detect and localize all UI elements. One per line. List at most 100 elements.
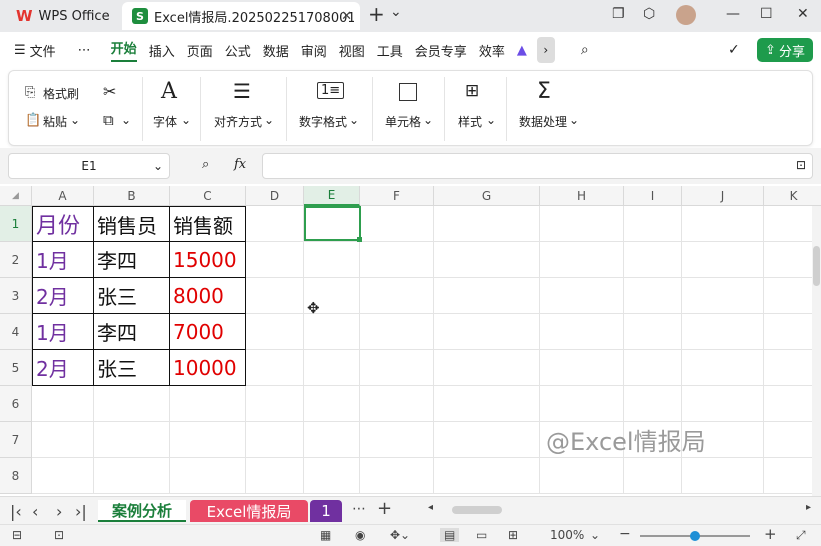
- cell-a8[interactable]: [32, 458, 94, 494]
- cell-g1[interactable]: [434, 206, 540, 242]
- new-tab-button[interactable]: +: [368, 2, 385, 26]
- cell-button[interactable]: 单元格: [385, 113, 421, 130]
- column-header-k[interactable]: K: [764, 186, 821, 206]
- menu-formula[interactable]: 公式: [225, 41, 251, 60]
- row-header-1[interactable]: 1: [0, 206, 32, 242]
- fx-icon[interactable]: fx: [234, 157, 246, 172]
- align-dropdown-icon[interactable]: ⌄: [264, 113, 274, 127]
- style-dropdown-icon[interactable]: ⌄: [486, 113, 496, 127]
- row-header-4[interactable]: 4: [0, 314, 32, 350]
- cell-h5[interactable]: [540, 350, 624, 386]
- fullscreen-icon[interactable]: ⤢: [796, 528, 806, 543]
- horizontal-scroll-thumb[interactable]: [452, 506, 502, 514]
- cell-i2[interactable]: [624, 242, 682, 278]
- formula-input[interactable]: ⊡: [262, 153, 813, 179]
- number-format-button[interactable]: 数字格式: [299, 113, 347, 130]
- cell-f8[interactable]: [360, 458, 434, 494]
- row-header-3[interactable]: 3: [0, 278, 32, 314]
- sheet-tab-case-analysis[interactable]: 案例分析: [98, 500, 186, 522]
- scroll-left-icon[interactable]: ◂: [428, 502, 433, 513]
- cell-h6[interactable]: [540, 386, 624, 422]
- cell-d8[interactable]: [246, 458, 304, 494]
- cell-b6[interactable]: [94, 386, 170, 422]
- data-processing-dropdown-icon[interactable]: ⌄: [569, 113, 579, 127]
- zoom-in-button[interactable]: +: [764, 525, 777, 543]
- last-sheet-icon[interactable]: ›|: [75, 502, 87, 521]
- format-painter-icon[interactable]: ⎘: [25, 85, 35, 100]
- column-header-g[interactable]: G: [434, 186, 540, 206]
- cell-a4[interactable]: 1月: [32, 314, 94, 350]
- cell-d4[interactable]: [246, 314, 304, 350]
- menu-review[interactable]: 审阅: [301, 41, 327, 60]
- data-processing-button[interactable]: 数据处理: [519, 113, 567, 130]
- column-header-e[interactable]: E: [304, 186, 360, 206]
- minimize-window-icon[interactable]: —: [726, 6, 740, 22]
- cell-j3[interactable]: [682, 278, 764, 314]
- cell-c3[interactable]: 8000: [170, 278, 246, 314]
- close-tab-icon[interactable]: ✕: [341, 9, 352, 24]
- hamburger-icon[interactable]: ☰: [14, 43, 26, 58]
- cell-c6[interactable]: [170, 386, 246, 422]
- cell-i3[interactable]: [624, 278, 682, 314]
- zoom-formula-icon[interactable]: ⌕: [202, 157, 209, 172]
- cell-h3[interactable]: [540, 278, 624, 314]
- document-tab[interactable]: S Excel情报局.2025022517080013 ✕: [122, 2, 360, 30]
- cell-d6[interactable]: [246, 386, 304, 422]
- copy-dropdown-icon[interactable]: ⌄: [121, 113, 131, 127]
- cell-e7[interactable]: [304, 422, 360, 458]
- zoom-level[interactable]: 100%: [550, 528, 584, 542]
- number-format-icon[interactable]: 1≡: [317, 82, 345, 99]
- cell-dropdown-icon[interactable]: ⌄: [423, 113, 433, 127]
- selection-fill-handle[interactable]: [357, 237, 362, 242]
- cell-g4[interactable]: [434, 314, 540, 350]
- menu-home[interactable]: 开始: [110, 38, 137, 62]
- paste-button[interactable]: 粘贴: [43, 113, 67, 130]
- search-icon[interactable]: ⌕: [581, 42, 589, 58]
- paste-dropdown-icon[interactable]: ⌄: [70, 113, 80, 127]
- menu-insert[interactable]: 插入: [149, 41, 175, 60]
- name-box-dropdown-icon[interactable]: ⌄: [153, 159, 163, 173]
- sum-icon[interactable]: Σ: [537, 79, 551, 104]
- cell-g8[interactable]: [434, 458, 540, 494]
- menu-member[interactable]: 会员专享: [415, 41, 467, 60]
- align-icon[interactable]: ☰: [233, 79, 251, 103]
- cell-d1[interactable]: [246, 206, 304, 242]
- cell-a2[interactable]: 1月: [32, 242, 94, 278]
- ribbon-scroll-right-icon[interactable]: ›: [536, 37, 555, 63]
- column-header-i[interactable]: I: [624, 186, 682, 206]
- menu-tools[interactable]: 工具: [377, 41, 403, 60]
- copy-icon[interactable]: ⧉: [103, 111, 114, 129]
- cube-icon[interactable]: ⬡: [643, 6, 655, 22]
- cell-g5[interactable]: [434, 350, 540, 386]
- freeze-icon[interactable]: ✥⌄: [390, 528, 410, 542]
- cell-g6[interactable]: [434, 386, 540, 422]
- normal-view-icon[interactable]: ▤: [440, 528, 460, 542]
- column-header-h[interactable]: H: [540, 186, 624, 206]
- cell-j2[interactable]: [682, 242, 764, 278]
- cell-c1[interactable]: 销售额: [170, 206, 246, 242]
- selected-cell-e1[interactable]: [304, 206, 361, 241]
- cell-i8[interactable]: [624, 458, 682, 494]
- align-button[interactable]: 对齐方式: [214, 113, 262, 130]
- format-painter-button[interactable]: 格式刷: [43, 85, 79, 102]
- tab-list-dropdown-icon[interactable]: ⌄: [390, 4, 402, 20]
- sheet-tab-1[interactable]: 1: [310, 500, 342, 522]
- cell-h1[interactable]: [540, 206, 624, 242]
- style-icon[interactable]: ⊞: [465, 81, 479, 101]
- column-header-a[interactable]: A: [32, 186, 94, 206]
- expand-formula-icon[interactable]: ⊡: [796, 158, 806, 172]
- cell-b8[interactable]: [94, 458, 170, 494]
- menu-more[interactable]: ⋯: [78, 43, 91, 58]
- cell-e6[interactable]: [304, 386, 360, 422]
- cell-j1[interactable]: [682, 206, 764, 242]
- cell-d3[interactable]: [246, 278, 304, 314]
- cell-d2[interactable]: [246, 242, 304, 278]
- vertical-scrollbar[interactable]: [812, 206, 821, 496]
- backup-icon[interactable]: ⊟: [12, 528, 22, 542]
- cell-f5[interactable]: [360, 350, 434, 386]
- add-sheet-button[interactable]: +: [377, 498, 392, 519]
- cell-f7[interactable]: [360, 422, 434, 458]
- scroll-right-icon[interactable]: ▸: [806, 502, 811, 513]
- cell-g2[interactable]: [434, 242, 540, 278]
- cell-i5[interactable]: [624, 350, 682, 386]
